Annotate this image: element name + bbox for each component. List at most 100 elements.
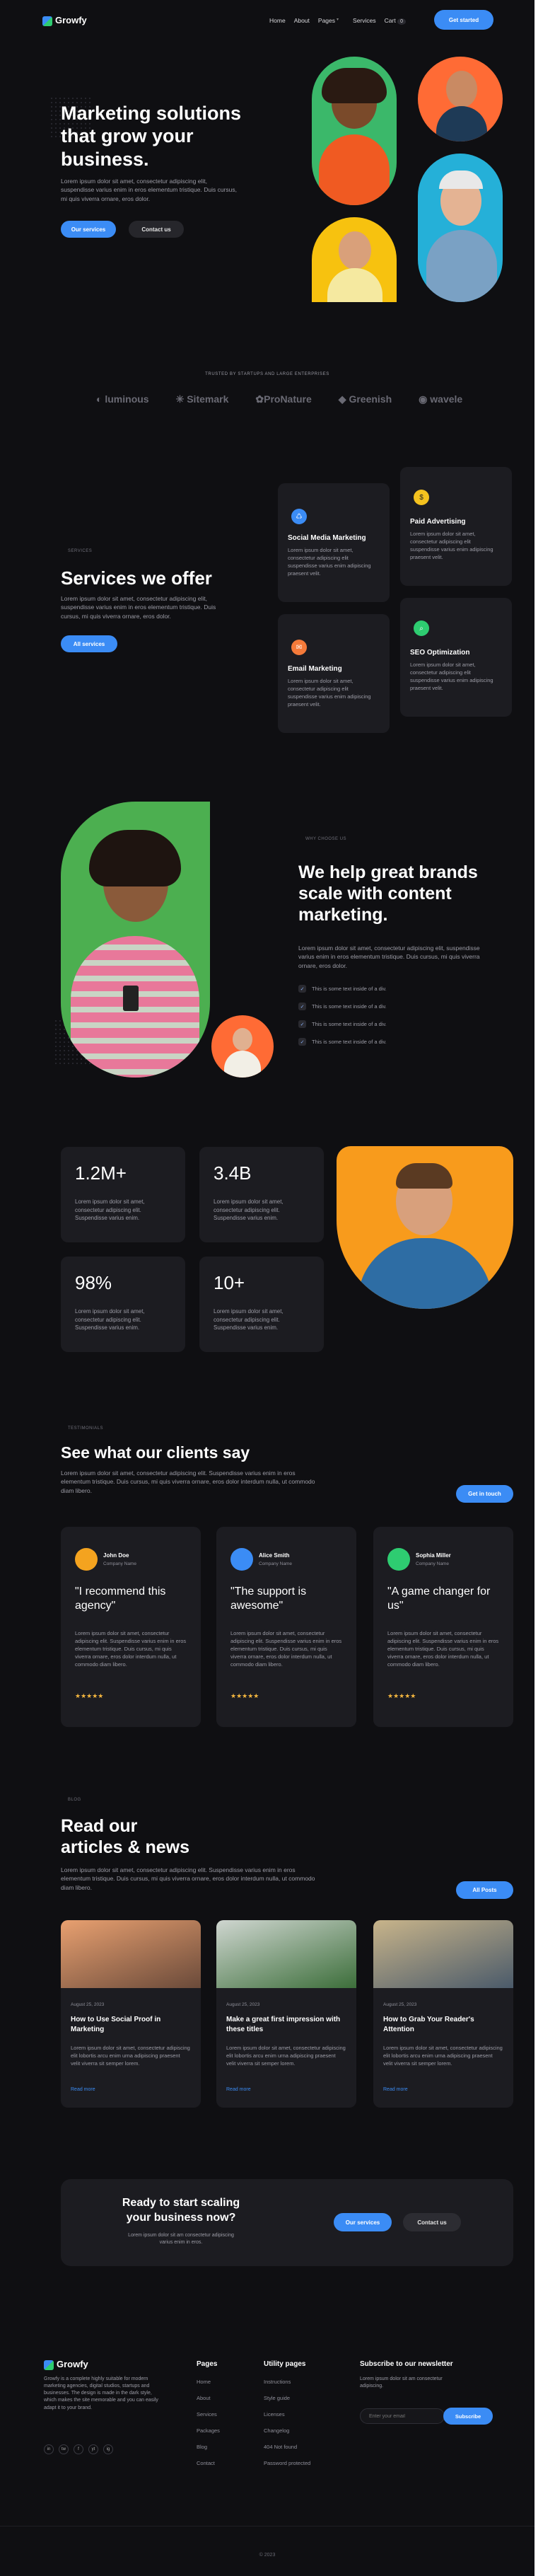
article-body: Lorem ipsum dolor sit amet, consectetur … [383,2045,503,2067]
trusted-label: TRUSTED BY STARTUPS AND LARGE ENTERPRISE… [205,372,329,376]
service-card-body: Lorem ipsum dolor sit amet, consectetur … [288,547,371,577]
article-title: How to Use Social Proof in Marketing [71,2016,161,2033]
service-card-paid[interactable]: $ Paid Advertising Lorem ipsum dolor sit… [400,467,512,586]
testimonials-tag: TESTIMONIALS [68,1426,104,1431]
stat-value: 98% [75,1272,112,1293]
avatar [230,1548,253,1571]
email-input[interactable] [360,2408,445,2424]
service-card-seo[interactable]: ⌕ SEO Optimization Lorem ipsum dolor sit… [400,598,512,717]
read-more-link[interactable]: Read more [226,2087,251,2092]
stat-value: 10+ [214,1272,245,1293]
linkedin-icon[interactable]: in [44,2444,54,2454]
footer-link-contact[interactable]: Contact [197,2460,215,2466]
brand-logo[interactable]: Growfy [42,15,87,26]
about-tag: WHY CHOOSE US [305,837,347,841]
logo-sitemark: ✳ Sitemark [175,393,229,405]
all-posts-button[interactable]: All Posts [456,1881,513,1899]
logo-greenish-text: Greenish [349,393,392,405]
service-card-social[interactable]: ♺ Social Media Marketing Lorem ipsum dol… [278,483,390,602]
service-card-body: Lorem ipsum dolor sit amet, consectetur … [410,662,493,691]
article-body: Lorem ipsum dolor sit amet, consectetur … [226,2045,346,2067]
cart-count-badge: 0 [397,18,406,25]
footer-link-password[interactable]: Password protected [264,2460,310,2466]
footer-link-changelog[interactable]: Changelog [264,2427,289,2434]
nav-item-pages[interactable]: Pages [318,17,335,24]
read-more-link[interactable]: Read more [71,2087,95,2092]
article-image [61,1920,201,1988]
article-body: Lorem ipsum dolor sit amet, consectetur … [71,2045,190,2067]
get-started-button[interactable]: Get started [434,10,493,30]
article-image [216,1920,356,1988]
footer-link-services[interactable]: Services [197,2411,217,2418]
article-card[interactable]: August 25, 2023 Make a great first impre… [216,1920,356,2108]
stats-image-man-denim [337,1146,513,1309]
about-title-line3: marketing. [298,905,388,925]
contact-us-button[interactable]: Contact us [129,221,184,238]
footer-pages-title: Pages [197,2360,218,2368]
search-icon: ⌕ [414,620,429,636]
read-more-link[interactable]: Read more [383,2087,408,2092]
our-services-button[interactable]: Our services [61,221,116,238]
check-item: ✓ This is some text inside of a div. [298,1033,387,1051]
testimonial-body: Lorem ipsum dolor sit amet, consectetur … [75,1630,187,1668]
testimonial-body: Lorem ipsum dolor sit amet, consectetur … [387,1630,499,1668]
stat-body: Lorem ipsum dolor sit amet, consectetur … [214,1308,284,1332]
cta-contact-button[interactable]: Contact us [403,2213,461,2231]
footer-link-instructions[interactable]: Instructions [264,2379,291,2385]
nav-item-services[interactable]: Services [353,17,376,24]
about-image-woman-phone [61,802,210,1078]
nav-item-home[interactable]: Home [269,17,286,24]
footer-link-style-guide[interactable]: Style guide [264,2395,290,2401]
check-item: ✓ This is some text inside of a div. [298,998,387,1015]
rating-stars: ★★★★★ [387,1692,416,1699]
facebook-icon[interactable]: f [74,2444,83,2454]
check-item-text: This is some text inside of a div. [312,1021,387,1027]
services-title: Services we offer [61,567,212,589]
article-card[interactable]: August 25, 2023 How to Grab Your Reader'… [373,1920,513,2108]
cta-banner: Ready to start scaling your business now… [61,2179,513,2266]
page: Growfy Home About Pages ▾ Services Cart … [0,0,534,2576]
footer-brand-name: Growfy [57,2359,88,2369]
testimonial-name: John Doe [103,1552,129,1559]
logo-wavele: ◉ wavele [419,393,463,405]
stat-card: 98% Lorem ipsum dolor sit amet, consecte… [61,1257,185,1352]
logo-luminous-text: luminous [105,393,149,405]
cart-link[interactable]: Cart 0 [384,17,406,25]
testimonial-body: Lorem ipsum dolor sit amet, consectetur … [230,1630,342,1668]
cta-services-button[interactable]: Our services [334,2213,392,2231]
footer-link-404[interactable]: 404 Not found [264,2444,297,2450]
testimonial-name: Sophia Miller [416,1552,451,1559]
articles-title-line1: Read our [61,1816,138,1836]
subscribe-button[interactable]: Subscribe [443,2408,493,2425]
hero-image-man-yellow [312,217,397,302]
cta-title: Ready to start scaling your business now… [89,2196,273,2226]
testimonial-quote: "I recommend this agency" [75,1586,166,1612]
testimonial-quote: "The support is awesome" [230,1586,307,1612]
avatar [75,1548,98,1571]
instagram-icon[interactable]: ig [103,2444,113,2454]
stat-body: Lorem ipsum dolor sit amet, consectetur … [75,1308,145,1332]
stat-card: 10+ Lorem ipsum dolor sit amet, consecte… [199,1257,324,1352]
article-card[interactable]: August 25, 2023 How to Use Social Proof … [61,1920,201,2108]
services-body: Lorem ipsum dolor sit amet, consectetur … [61,595,216,620]
testimonial-name: Alice Smith [259,1552,290,1559]
service-card-body: Lorem ipsum dolor sit amet, consectetur … [410,531,493,560]
footer-link-about[interactable]: About [197,2395,211,2401]
rating-stars: ★★★★★ [75,1692,104,1699]
all-services-button[interactable]: All services [61,635,117,652]
footer-logo[interactable]: Growfy [44,2359,88,2370]
footer-link-blog[interactable]: Blog [197,2444,207,2450]
footer-link-home[interactable]: Home [197,2379,211,2385]
check-item: ✓ This is some text inside of a div. [298,980,387,998]
twitter-icon[interactable]: tw [59,2444,69,2454]
footer-link-licenses[interactable]: Licenses [264,2411,285,2418]
youtube-icon[interactable]: yt [88,2444,98,2454]
logo-pronature-text: ProNature [264,393,312,405]
service-card-email[interactable]: ✉ Email Marketing Lorem ipsum dolor sit … [278,614,390,733]
brand-name: Growfy [55,15,87,25]
cta-title-line1: Ready to start scaling [122,2197,240,2209]
get-in-touch-button[interactable]: Get in touch [456,1485,513,1503]
footer-link-packages[interactable]: Packages [197,2427,220,2434]
cart-label: Cart [384,17,396,24]
nav-item-about[interactable]: About [294,17,310,24]
